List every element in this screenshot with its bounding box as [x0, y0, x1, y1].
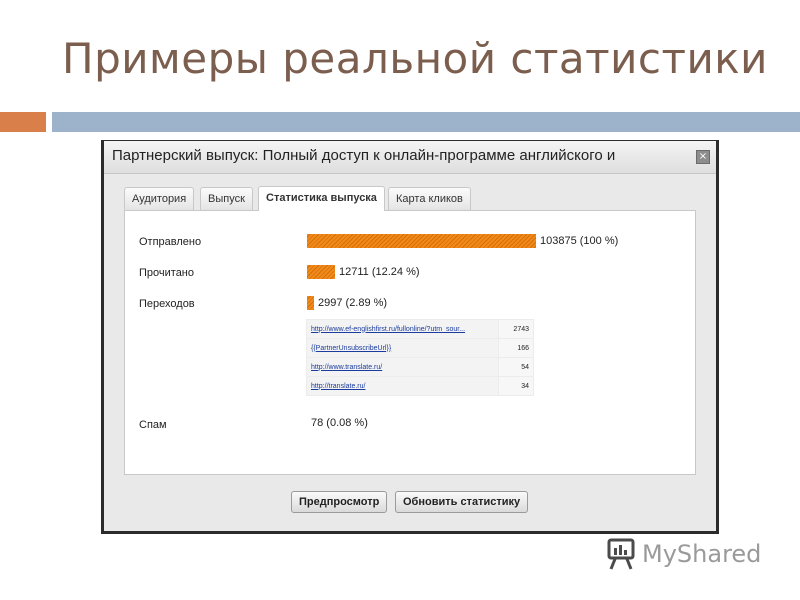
- refresh-stats-button[interactable]: Обновить статистику: [395, 491, 529, 513]
- watermark-text: MyShared: [642, 540, 762, 568]
- link-url[interactable]: http://translate.ru/: [306, 376, 499, 396]
- spam-label: Спам: [139, 419, 167, 431]
- sent-value: 103875 (100 %): [540, 235, 619, 247]
- clicks-value: 2997 (2.89 %): [318, 297, 388, 309]
- preview-button[interactable]: Предпросмотр: [291, 491, 388, 513]
- dialog-header: Партнерский выпуск: Полный доступ к онла…: [104, 141, 716, 174]
- link-count: 34: [497, 376, 535, 396]
- close-icon[interactable]: ×: [696, 150, 710, 164]
- clicks-label: Переходов: [139, 298, 195, 310]
- table-row: http://www.translate.ru/ 54: [306, 357, 535, 377]
- watermark-logo: MyShared: [606, 538, 776, 572]
- table-row: http://translate.ru/ 34: [306, 376, 535, 396]
- tab-issue[interactable]: Выпуск: [200, 187, 253, 210]
- tab-click-map[interactable]: Карта кликов: [388, 187, 471, 210]
- link-count: 54: [497, 357, 535, 377]
- stats-panel: Отправлено 103875 (100 %) Прочитано 1271…: [124, 210, 696, 475]
- sent-bar: [307, 234, 536, 248]
- link-count: 2743: [497, 319, 535, 339]
- presentation-board-icon: [607, 538, 635, 570]
- link-count: 166: [497, 338, 535, 358]
- read-bar: [307, 265, 335, 279]
- tab-issue-stats[interactable]: Статистика выпуска: [258, 186, 385, 211]
- table-row: {{PartnerUnsubscribeUrl}} 166: [306, 338, 535, 358]
- link-url[interactable]: http://www.translate.ru/: [306, 357, 499, 377]
- links-table: http://www.ef-englishfirst.ru/fullonline…: [306, 319, 535, 396]
- sent-label: Отправлено: [139, 236, 202, 248]
- link-url[interactable]: {{PartnerUnsubscribeUrl}}: [306, 338, 499, 358]
- link-url[interactable]: http://www.ef-englishfirst.ru/fullonline…: [306, 319, 499, 339]
- accent-bar-blue: [52, 112, 800, 132]
- dialog-title: Партнерский выпуск: Полный доступ к онла…: [112, 147, 616, 164]
- accent-bar-orange: [0, 112, 46, 132]
- spam-value: 78 (0.08 %): [311, 417, 368, 429]
- tab-audience[interactable]: Аудитория: [124, 187, 195, 210]
- slide-title: Примеры реальной статистики: [62, 34, 768, 83]
- stats-dialog: Партнерский выпуск: Полный доступ к онла…: [104, 141, 716, 531]
- read-label: Прочитано: [139, 267, 194, 279]
- table-row: http://www.ef-englishfirst.ru/fullonline…: [306, 319, 535, 339]
- clicks-bar: [307, 296, 314, 310]
- read-value: 12711 (12.24 %): [339, 266, 420, 278]
